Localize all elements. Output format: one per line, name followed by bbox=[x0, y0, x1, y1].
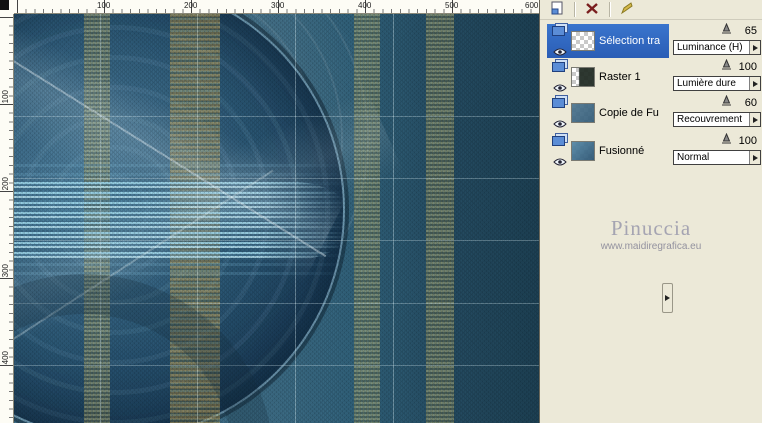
dropdown-arrow-icon[interactable] bbox=[749, 77, 760, 90]
delete-layer-button[interactable] bbox=[579, 1, 605, 19]
palette-toolbar bbox=[540, 0, 762, 20]
dropdown-arrow-icon[interactable] bbox=[749, 113, 760, 126]
ruler-label: 400 bbox=[358, 1, 372, 10]
opacity-value: 100 bbox=[738, 135, 757, 147]
canvas-area: 100 200 300 400 500 600 100 200 300 400 bbox=[0, 0, 539, 423]
blend-mode-label: Recouvrement bbox=[677, 114, 743, 125]
layer-pages-icon bbox=[551, 94, 569, 114]
art-weave-texture bbox=[14, 14, 539, 423]
blend-mode-dropdown[interactable]: Lumière dure bbox=[673, 76, 761, 91]
layer-controls: 100 Lumière dure bbox=[673, 58, 761, 94]
layer-icon-column bbox=[549, 94, 571, 133]
layers-palette: Sélection tra Raster 1 Copie de Fu Fusio… bbox=[539, 0, 762, 423]
ruler-label: 100 bbox=[97, 1, 111, 10]
dropdown-arrow-icon[interactable] bbox=[749, 41, 760, 54]
opacity-slider-icon[interactable] bbox=[721, 22, 732, 40]
layer-icon-column bbox=[549, 132, 571, 171]
layer-row-copie[interactable]: Copie de Fu bbox=[547, 94, 669, 133]
blend-mode-dropdown[interactable]: Normal bbox=[673, 150, 761, 165]
opacity-slider-icon[interactable] bbox=[721, 58, 732, 76]
layer-name: Copie de Fu bbox=[599, 107, 659, 119]
edit-selection-button[interactable] bbox=[614, 1, 640, 19]
delete-icon bbox=[585, 2, 599, 18]
layer-controls: 60 Recouvrement bbox=[673, 94, 761, 130]
blend-mode-dropdown[interactable]: Luminance (H) bbox=[673, 40, 761, 55]
image-canvas[interactable] bbox=[14, 14, 539, 423]
layer-pages-icon bbox=[551, 22, 569, 42]
watermark-url: www.maidiregrafica.eu bbox=[600, 241, 702, 252]
collapse-arrow-icon bbox=[665, 295, 670, 301]
opacity-value: 60 bbox=[744, 97, 757, 109]
opacity-slider-icon[interactable] bbox=[721, 132, 732, 150]
visibility-eye-icon[interactable] bbox=[553, 153, 567, 171]
horizontal-ruler: 100 200 300 400 500 600 bbox=[14, 0, 539, 14]
layer-row-fusionne[interactable]: Fusionné bbox=[547, 132, 669, 171]
layer-row-selection[interactable]: Sélection tra bbox=[547, 22, 669, 61]
vertical-ruler: 100 200 300 400 bbox=[0, 14, 14, 423]
blend-mode-label: Normal bbox=[677, 152, 710, 163]
ruler-label: 200 bbox=[1, 177, 10, 191]
layer-pages-icon bbox=[551, 132, 569, 152]
opacity-slider-icon[interactable] bbox=[721, 94, 732, 112]
blend-mode-label: Luminance (H) bbox=[677, 42, 743, 53]
ruler-label: 600 bbox=[525, 1, 539, 10]
layer-name: Raster 1 bbox=[599, 71, 641, 83]
ruler-label: 300 bbox=[271, 1, 285, 10]
pencil-icon bbox=[620, 1, 634, 18]
layer-thumbnail[interactable] bbox=[571, 103, 595, 123]
layer-controls: 65 Luminance (H) bbox=[673, 22, 761, 58]
layer-icon-column bbox=[549, 22, 571, 61]
layer-thumbnail[interactable] bbox=[571, 31, 595, 51]
blend-mode-dropdown[interactable]: Recouvrement bbox=[673, 112, 761, 127]
watermark-title: Pinuccia bbox=[610, 216, 692, 240]
layer-pages-icon bbox=[551, 58, 569, 78]
layer-icon-column bbox=[549, 58, 571, 97]
ruler-origin bbox=[0, 0, 14, 14]
app-window: 100 200 300 400 500 600 100 200 300 400 bbox=[0, 0, 762, 423]
ruler-label: 400 bbox=[1, 351, 10, 365]
ruler-label: 300 bbox=[1, 264, 10, 278]
new-layer-button[interactable] bbox=[544, 1, 570, 19]
opacity-value: 100 bbox=[738, 61, 757, 73]
ruler-origin-box bbox=[0, 0, 9, 10]
toolbar-separator bbox=[609, 2, 610, 17]
layer-name: Sélection tra bbox=[599, 35, 661, 47]
ruler-label: 100 bbox=[1, 90, 10, 104]
layer-thumbnail[interactable] bbox=[571, 67, 595, 87]
layer-name: Fusionné bbox=[599, 145, 645, 157]
layer-row-raster1[interactable]: Raster 1 bbox=[547, 58, 669, 97]
layer-thumbnail[interactable] bbox=[571, 141, 595, 161]
layer-controls: 100 Normal bbox=[673, 132, 761, 168]
dropdown-arrow-icon[interactable] bbox=[749, 151, 760, 164]
blend-mode-label: Lumière dure bbox=[677, 78, 736, 89]
toolbar-separator bbox=[574, 2, 575, 17]
ruler-label: 200 bbox=[184, 1, 198, 10]
opacity-value: 65 bbox=[744, 25, 757, 37]
new-layer-icon bbox=[550, 1, 564, 19]
palette-collapse-button[interactable] bbox=[662, 283, 673, 313]
visibility-eye-icon[interactable] bbox=[553, 115, 567, 133]
ruler-label: 500 bbox=[445, 1, 459, 10]
